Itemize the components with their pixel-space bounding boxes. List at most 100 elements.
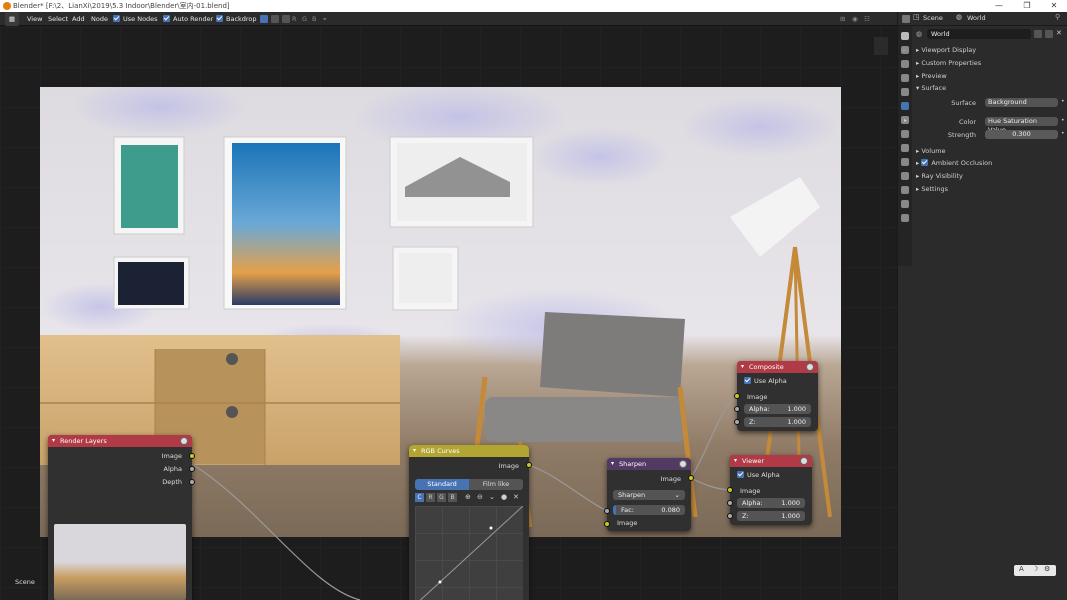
viewer-use-alpha[interactable]: Use Alpha	[737, 470, 780, 479]
curve-graph[interactable]	[415, 506, 523, 600]
view-layer-tab-icon[interactable]	[901, 74, 909, 82]
socket-sharpen-out[interactable]	[688, 475, 694, 481]
composite-node[interactable]: Composite Use Alpha Image Alpha:1.000 Z:…	[737, 361, 818, 431]
tool-tab-icon[interactable]	[901, 32, 909, 40]
socket-composite-z-in[interactable]	[734, 419, 740, 425]
ime-icon[interactable]: A	[1019, 565, 1024, 573]
close-button[interactable]: ✕	[1041, 0, 1067, 12]
render-icon[interactable]	[800, 457, 808, 465]
snap-icon[interactable]: ⊞	[840, 12, 845, 26]
clip-icon[interactable]: ●	[501, 493, 507, 501]
rgb-curves-header[interactable]: RGB Curves	[409, 445, 529, 457]
socket-sharpen-in[interactable]	[604, 521, 610, 527]
render-icon[interactable]	[180, 437, 188, 445]
duplicate-icon[interactable]	[1045, 30, 1053, 38]
render-icon[interactable]	[806, 363, 814, 371]
channel-alpha-button[interactable]	[271, 15, 279, 23]
data-tab-icon[interactable]	[901, 186, 909, 194]
surface-shader-field[interactable]: Background	[985, 98, 1058, 107]
panel-viewport-display-header[interactable]: ▸ Viewport Display	[916, 46, 1066, 54]
zoom-in-icon[interactable]: ⊕	[465, 493, 471, 501]
channel-b-button[interactable]: B	[312, 12, 316, 26]
viewer-header[interactable]: Viewer	[730, 455, 812, 467]
chevron-down-icon[interactable]: ⌄	[489, 493, 495, 501]
curve-channel-c[interactable]: C	[415, 493, 424, 502]
surface-socket-icon[interactable]: •	[1061, 98, 1065, 105]
strength-slider[interactable]: 0.300	[985, 130, 1058, 139]
texture-tab-icon[interactable]	[901, 214, 909, 222]
panel-custom-properties-header[interactable]: ▸ Custom Properties	[916, 59, 1066, 67]
render-layers-header[interactable]: Render Layers	[48, 435, 192, 447]
pin-icon[interactable]: ⌖	[323, 12, 327, 26]
fake-user-icon[interactable]	[1034, 30, 1042, 38]
viewer-z-field[interactable]: Z: 1.000	[737, 511, 805, 521]
particles-tab-icon[interactable]	[901, 144, 909, 152]
socket-composite-alpha-in[interactable]	[734, 406, 740, 412]
socket-depth-out[interactable]	[189, 479, 195, 485]
panel-viewport-display[interactable]	[903, 46, 909, 54]
minimize-button[interactable]: —	[986, 0, 1012, 12]
panel-settings-header[interactable]: ▸ Settings	[916, 185, 1066, 193]
panel-ray-visibility-header[interactable]: ▸ Ray Visibility	[916, 172, 1066, 180]
channel-r-button[interactable]: R	[292, 12, 297, 26]
rgb-curves-node[interactable]: RGB Curves Image Standard Film like C R …	[409, 445, 529, 600]
composite-z-field[interactable]: Z: 1.000	[744, 417, 811, 427]
output-tab-icon[interactable]	[901, 60, 909, 68]
header-world-label[interactable]: World	[967, 14, 986, 22]
editor-type-icon[interactable]	[902, 15, 910, 23]
editor-type-icon[interactable]: ▦	[5, 12, 19, 26]
composite-alpha-field[interactable]: Alpha: 1.000	[744, 404, 811, 414]
composite-header[interactable]: Composite	[737, 361, 818, 373]
settings-icon[interactable]: ⚙	[1044, 565, 1050, 573]
viewer-node[interactable]: Viewer Use Alpha Image Alpha:1.000 Z:1.0…	[730, 455, 812, 525]
node-editor[interactable]: Render Layers Image Alpha Depth RGB Curv…	[0, 27, 897, 600]
curve-channel-b[interactable]: B	[448, 493, 457, 502]
checkbox-icon[interactable]	[921, 158, 929, 166]
world-datablock-selector[interactable]: ◍ World ✕	[916, 29, 1066, 39]
tab-standard[interactable]: Standard	[415, 479, 469, 490]
maximize-button[interactable]: ❐	[1014, 0, 1040, 12]
world-name-field[interactable]: World	[927, 29, 1031, 39]
scene-tab-icon[interactable]	[901, 88, 909, 96]
color-socket-icon[interactable]: •	[1061, 117, 1065, 124]
world-tab-icon[interactable]	[901, 102, 909, 110]
zoom-out-icon[interactable]: ⊖	[477, 493, 483, 501]
sharpen-mode-select[interactable]: Sharpen ⌄	[613, 490, 685, 500]
channel-image-button[interactable]	[260, 15, 268, 23]
curve-channel-r[interactable]: R	[426, 493, 435, 502]
panel-volume-header[interactable]: ▸ Volume	[916, 147, 1066, 155]
strength-socket-icon[interactable]: •	[1061, 130, 1065, 137]
color-input-field[interactable]: Hue Saturation Value	[985, 117, 1058, 134]
sharpen-header[interactable]: Sharpen	[607, 458, 691, 470]
curve-channel-g[interactable]: G	[437, 493, 446, 502]
header-scene-label[interactable]: Scene	[923, 14, 943, 22]
reset-x-icon[interactable]: ✕	[513, 493, 519, 501]
use-nodes-checkbox[interactable]: Use Nodes	[113, 12, 158, 26]
channel-image-alpha-button[interactable]	[282, 15, 290, 23]
material-tab-icon[interactable]	[901, 200, 909, 208]
channel-g-button[interactable]: G	[302, 12, 307, 26]
panel-ambient-occlusion-header[interactable]: ▸ Ambient Occlusion	[916, 158, 1066, 167]
gizmo-icon[interactable]: ☷	[864, 12, 870, 26]
auto-render-checkbox[interactable]: Auto Render	[163, 12, 213, 26]
socket-alpha-out[interactable]	[189, 466, 195, 472]
socket-curves-out[interactable]	[526, 462, 532, 468]
menu-select[interactable]: Select	[48, 12, 68, 26]
panel-preview-header[interactable]: ▸ Preview	[916, 72, 1066, 80]
color-expand-icon[interactable]: ▸	[904, 117, 907, 124]
socket-viewer-alpha-in[interactable]	[727, 500, 733, 506]
socket-composite-image-in[interactable]	[734, 393, 740, 399]
toolbar-tab-icon[interactable]	[874, 37, 888, 55]
menu-node[interactable]: Node	[91, 12, 108, 26]
sharpen-node[interactable]: Sharpen Image Sharpen⌄ Fac:0.080 Image	[607, 458, 691, 531]
menu-view[interactable]: View	[27, 12, 42, 26]
pin-icon[interactable]: ⚲	[1055, 13, 1060, 21]
render-layers-node[interactable]: Render Layers Image Alpha Depth	[48, 435, 192, 600]
menu-add[interactable]: Add	[72, 12, 85, 26]
navigation-buttons[interactable]: A ☽ ⚙	[1014, 565, 1056, 576]
tab-film-like[interactable]: Film like	[469, 479, 523, 490]
overlay-icon[interactable]: ◉	[852, 12, 858, 26]
render-icon[interactable]	[679, 460, 687, 468]
fac-slider[interactable]: Fac: 0.080	[613, 505, 685, 515]
unlink-x-icon[interactable]: ✕	[1056, 29, 1062, 37]
